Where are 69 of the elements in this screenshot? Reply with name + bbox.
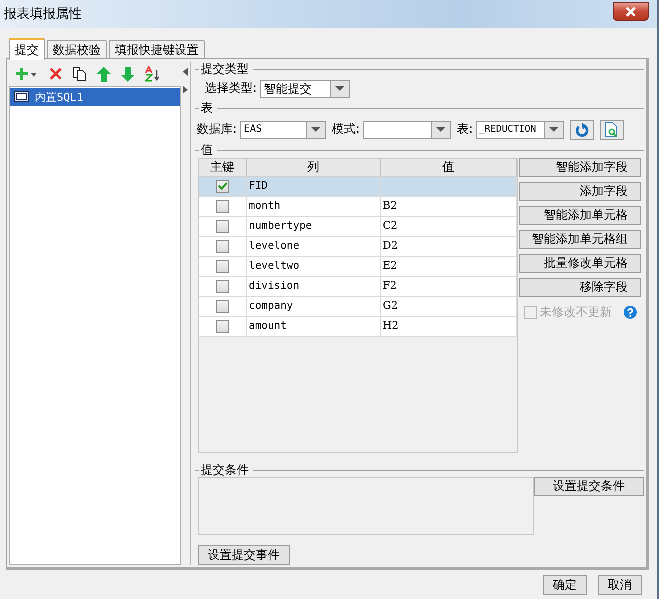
dialog-button[interactable]: 取消 [598,575,642,595]
action-button[interactable]: 智能添加单元格 [519,206,641,225]
checkbox[interactable] [216,300,229,313]
help-icon[interactable] [624,306,637,319]
schema-dropdown[interactable] [363,120,452,139]
table-cell-text: month [248,200,281,212]
down-arrow-icon[interactable] [121,66,135,82]
action-button[interactable]: 智能添加单元格组 [519,230,641,249]
field-label: 表: [457,121,474,138]
tab[interactable]: 提交 [9,38,45,60]
dialog-button[interactable]: 确定 [543,575,587,595]
table-cell-text: D2 [382,240,398,252]
up-arrow-icon[interactable] [97,66,111,82]
tab[interactable]: 填报快捷键设置 [109,40,205,60]
tree-item[interactable]: 内置SQL1 [10,88,180,106]
action-button[interactable]: 批量修改单元格 [519,254,641,273]
action-button[interactable]: 添加字段 [519,182,641,201]
copy-icon[interactable] [73,66,87,82]
checkbox[interactable] [216,220,229,233]
table-cell-text: H2 [382,320,399,332]
field-label: 数据库: [197,121,238,138]
checkbox[interactable] [216,260,229,273]
document-search-icon [605,122,620,138]
checkbox[interactable] [216,240,229,253]
table-icon [14,91,30,103]
section-title: 提交类型 [200,60,250,78]
table-cell-text: E2 [382,260,398,272]
checkbox[interactable] [216,200,229,213]
field-label: 选择类型: [205,80,258,98]
field-label: 模式: [332,121,360,138]
checkbox[interactable] [216,280,229,293]
set-condition-button[interactable]: 设置提交条件 [534,477,644,496]
table-cell-text: G2 [382,300,398,312]
close-icon [625,6,637,16]
type-dropdown[interactable]: 智能提交 [260,80,350,98]
action-button[interactable]: 移除字段 [519,278,641,297]
database-dropdown[interactable]: EAS [240,120,326,139]
table-cell-text: division [248,280,300,292]
table-cell-text: leveltwo [248,260,300,272]
refresh-button[interactable] [570,120,594,140]
section-title: 提交条件 [200,462,250,479]
checkbox-label: 未修改不更新 [540,304,612,321]
column-header[interactable]: 列 [247,158,381,176]
splitter-arrows-icon[interactable] [182,68,188,94]
delete-icon[interactable] [49,67,63,81]
close-button[interactable] [613,2,649,21]
table-cell-text: company [248,300,294,312]
section-title: 值 [200,142,214,160]
window-title: 报表填报属性 [4,6,82,23]
action-button[interactable]: 智能添加字段 [519,158,641,177]
table-cell-text: FID [248,180,268,192]
table-cell-text: levelone [248,240,300,252]
table-cell-text: C2 [382,220,398,232]
table-cell-text: F2 [382,280,397,292]
table-cell-text: numbertype [248,220,312,232]
add-icon[interactable] [15,67,39,81]
section-title: 表 [200,100,214,118]
column-header[interactable]: 值 [381,158,517,176]
column-header[interactable]: 主键 [199,158,247,176]
preview-button[interactable] [600,120,624,140]
set-event-button[interactable]: 设置提交事件 [198,545,290,565]
checkbox[interactable] [216,320,229,333]
table-cell-text: B2 [382,200,398,212]
tab[interactable]: 数据校验 [47,40,107,60]
checkbox[interactable] [216,180,229,193]
sort-icon[interactable] [145,66,161,82]
refresh-icon [575,122,590,138]
table-cell-text: amount [248,320,287,332]
table-dropdown[interactable]: _REDUCTION [476,120,564,139]
